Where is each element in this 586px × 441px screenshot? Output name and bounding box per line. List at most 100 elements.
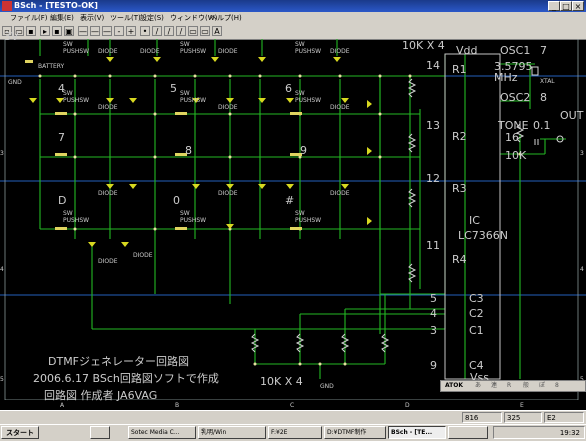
ic-label: IC: [469, 214, 480, 227]
pushsw-label: PUSHSW: [63, 217, 90, 224]
ime-hiragana[interactable]: あ: [475, 381, 491, 391]
slash-icon[interactable]: /: [164, 26, 174, 36]
c2-pin: 4: [430, 307, 437, 320]
entry-icon[interactable]: /: [176, 26, 186, 36]
c3-label: C3: [469, 292, 484, 305]
key-8: 8: [185, 144, 192, 157]
ruler-bottom-c: C: [290, 402, 295, 409]
tone-pin: 16: [505, 131, 519, 144]
key-6: 6: [285, 82, 292, 95]
menu-bar: ファイル(F) 編集(E) 表示(V) ツール(T) 設定(S) ウィンドウ(W…: [0, 12, 586, 24]
gnd-label: GND: [320, 383, 334, 390]
diagonal-icon[interactable]: /: [152, 26, 162, 36]
minimize-button[interactable]: _: [548, 1, 560, 11]
menu-file[interactable]: ファイル(F): [10, 13, 48, 23]
r1-pin: 14: [426, 59, 440, 72]
diode-label: DIODE: [330, 104, 350, 111]
ruler-right-4: 4: [580, 266, 584, 273]
task-win[interactable]: 乳明/Win: [198, 426, 266, 439]
pin-icon[interactable]: •: [140, 26, 150, 36]
status-sheet: E2: [544, 412, 584, 423]
diode-label: DIODE: [98, 48, 118, 55]
zoom-icon[interactable]: ▣: [64, 26, 74, 36]
r1-label: R1: [452, 63, 467, 76]
ime-toolbar[interactable]: ATOK あ 連 R 般 ぽ 8: [440, 380, 586, 392]
ruler-bottom-d: D: [405, 402, 410, 409]
caption-title: DTMFジェネレーター回路図: [48, 355, 190, 368]
osc2-label: OSC2: [500, 91, 531, 104]
diode-label: DIODE: [98, 190, 118, 197]
ime-8[interactable]: 8: [555, 381, 571, 391]
gnd-label: GND: [8, 79, 22, 86]
menu-edit[interactable]: 編集(E): [50, 13, 74, 23]
ic-part-label: LC7366N: [458, 229, 509, 242]
status-bar: 816 325 E2: [0, 410, 586, 425]
diode-label: DIODE: [140, 48, 160, 55]
pushsw-label: PUSHSW: [295, 217, 322, 224]
power-label: 3V: [4, 30, 19, 43]
menu-tools[interactable]: ツール(T): [110, 13, 141, 23]
dash-icon[interactable]: -: [114, 26, 124, 36]
r4-label: R4: [452, 253, 467, 266]
ruler-bottom-b: B: [175, 402, 180, 409]
diode-label: DIODE: [218, 104, 238, 111]
ruler-left-4: 4: [0, 266, 4, 273]
select-icon[interactable]: ▸: [40, 26, 50, 36]
vdd-label: Vdd: [456, 44, 478, 57]
diode-label: DIODE: [330, 190, 350, 197]
bus-icon[interactable]: —: [90, 26, 100, 36]
maximize-button[interactable]: □: [560, 1, 572, 11]
r4-pin: 11: [426, 239, 440, 252]
ime-label: ATOK: [445, 382, 464, 389]
osc2-pin: 8: [540, 91, 547, 104]
c2-label: C2: [469, 307, 484, 320]
caption-author: 回路図 作成者 JA6VAG: [44, 389, 158, 402]
pushsw-label: PUSHSW: [180, 97, 207, 104]
task-blank[interactable]: [448, 426, 488, 439]
r3-pin: 12: [426, 172, 440, 185]
key-5: 5: [170, 82, 177, 95]
schematic-canvas[interactable]: 3V BATTERY GND 4 5 6 7 8 9 D 0 # SW PUSH…: [0, 30, 586, 409]
diode-label: DIODE: [98, 258, 118, 265]
battery-label: BATTERY: [38, 63, 65, 70]
task-f2e[interactable]: F:¥2E: [268, 426, 322, 439]
task-dtmf[interactable]: D:¥DTMF制作: [324, 426, 386, 439]
menu-view[interactable]: 表示(V): [80, 13, 104, 23]
comment-icon[interactable]: ▭: [200, 26, 210, 36]
pushsw-label: PUSHSW: [180, 48, 207, 55]
menu-settings[interactable]: 設定(S): [140, 13, 164, 23]
status-x: 816: [462, 412, 502, 423]
start-button[interactable]: スタート: [1, 426, 39, 439]
menu-help[interactable]: ヘルプ(H): [210, 13, 242, 23]
xtal-freq-label: 3.5795 MHz: [494, 60, 533, 84]
pushsw-label: PUSHSW: [295, 97, 322, 104]
label-icon[interactable]: ▭: [188, 26, 198, 36]
diode-label: DIODE: [330, 48, 350, 55]
key-hash: #: [285, 194, 295, 207]
ime-ren[interactable]: 連: [491, 381, 507, 391]
c3-pin: 5: [430, 292, 437, 305]
r3-label: R3: [452, 182, 467, 195]
ruler-left-3: 3: [0, 150, 4, 157]
app-icon: [2, 1, 12, 11]
ime-r[interactable]: R: [507, 381, 523, 391]
xtal-label: XTAL: [540, 78, 555, 85]
ruler-left-5: 5: [0, 376, 4, 383]
res-bottom-label: 10K X 4: [260, 375, 303, 388]
cap-value-label: 0.1: [533, 119, 551, 132]
c1-pin: 3: [430, 324, 437, 337]
ruler-bottom-a: A: [60, 402, 65, 409]
task-bsch[interactable]: BSch - [TE...: [388, 426, 446, 439]
task-sotec[interactable]: Sotec Media C...: [128, 426, 196, 439]
close-button[interactable]: ×: [572, 1, 584, 11]
wire-icon[interactable]: —: [102, 26, 112, 36]
quicklaunch[interactable]: [90, 426, 110, 439]
drag-icon[interactable]: ▪: [52, 26, 62, 36]
r2-pin: 13: [426, 119, 440, 132]
text-tool-icon[interactable]: A: [212, 26, 222, 36]
ime-po[interactable]: ぽ: [539, 381, 555, 391]
ime-gen[interactable]: 般: [523, 381, 539, 391]
line-icon[interactable]: —: [78, 26, 88, 36]
junction-icon[interactable]: +: [126, 26, 136, 36]
save-icon[interactable]: ▪: [26, 26, 36, 36]
